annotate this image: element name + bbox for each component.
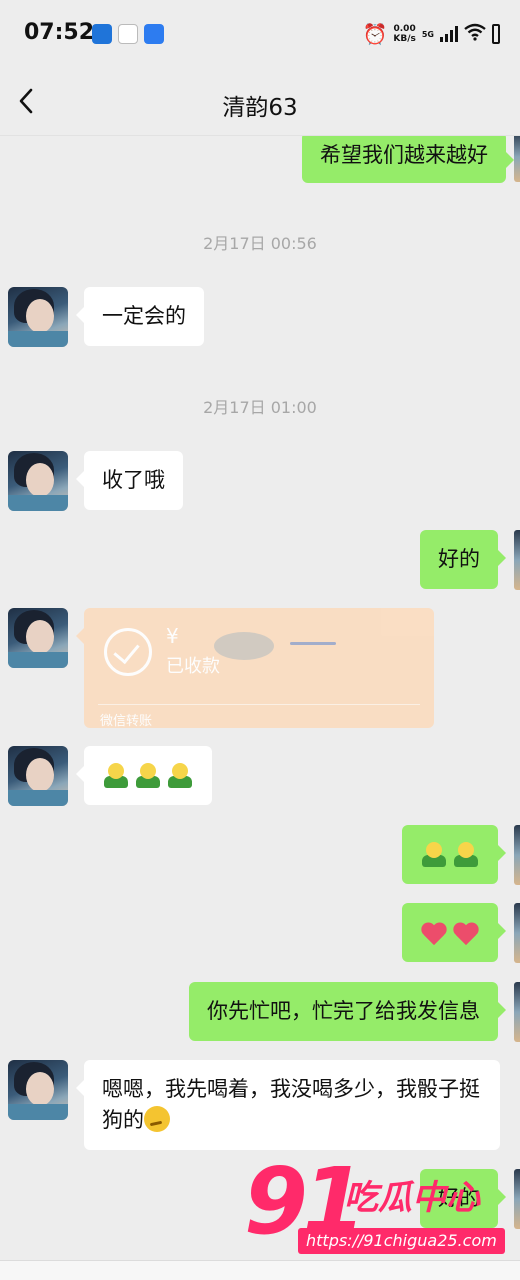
status-time: 07:52	[24, 20, 95, 45]
sprout-emoji-icon	[452, 841, 480, 869]
my-avatar[interactable]	[514, 982, 520, 1042]
status-bar: 07:52 ⏰ 0.00 KB/s 5G	[0, 0, 520, 68]
message-text: 希望我们越来越好	[320, 143, 488, 167]
transfer-card[interactable]: ¥ 已收款 微信转账	[76, 608, 434, 729]
signal-icon	[440, 26, 458, 42]
contact-avatar[interactable]	[8, 451, 68, 511]
watermark-logo: 91 吃瓜中心 https://91chigua25.com	[244, 1152, 514, 1260]
message-text: 收了哦	[102, 468, 165, 492]
battery-icon	[492, 24, 500, 44]
message-text: 你先忙吧，忙完了给我发信息	[207, 999, 480, 1023]
transfer-amount: ¥	[166, 624, 179, 648]
sprout-emoji-icon	[102, 762, 130, 790]
sprout-emoji-icon	[134, 762, 162, 790]
app-notification-icon	[92, 24, 112, 44]
contact-avatar[interactable]	[8, 746, 68, 806]
check-circle-icon	[104, 628, 152, 676]
emoji-row	[420, 839, 480, 870]
my-avatar[interactable]	[514, 1169, 520, 1229]
transfer-footer: 微信转账	[100, 714, 153, 729]
my-avatar[interactable]	[514, 903, 520, 963]
my-avatar[interactable]	[514, 825, 520, 885]
status-indicators: ⏰ 0.00 KB/s 5G	[362, 22, 500, 46]
network-type: 5G	[421, 29, 434, 39]
message-text: 一定会的	[102, 304, 186, 328]
timestamp: 2月17日 01:00	[203, 398, 317, 417]
message-list[interactable]: 希望我们越来越好 2月17日 00:56 一定会的 2月17日 01:00 收了…	[0, 136, 520, 1260]
message-bubble-incoming[interactable]: 收了哦	[76, 451, 183, 510]
message-bubble-outgoing[interactable]	[402, 825, 506, 884]
message-bubble-outgoing[interactable]	[402, 903, 506, 962]
emoji-row	[420, 917, 480, 948]
alarm-icon: ⏰	[362, 22, 388, 46]
heart-emoji-icon	[420, 919, 448, 947]
contact-avatar[interactable]	[8, 1060, 68, 1120]
emoji-row	[102, 760, 194, 791]
heart-emoji-icon	[452, 919, 480, 947]
message-bubble-incoming[interactable]: 嗯嗯，我先喝着，我没喝多少，我骰子挺狗的	[76, 1060, 500, 1150]
watermark-url: https://91chigua25.com	[298, 1228, 505, 1254]
sprout-emoji-icon	[166, 762, 194, 790]
contact-avatar[interactable]	[8, 287, 68, 347]
my-avatar[interactable]	[514, 136, 520, 182]
input-bar[interactable]	[0, 1260, 520, 1280]
browser-notification-icon	[144, 24, 164, 44]
transfer-status: 已收款	[166, 656, 220, 677]
message-bubble-outgoing[interactable]: 希望我们越来越好	[302, 136, 514, 183]
net-speed: 0.00 KB/s	[393, 24, 415, 44]
message-bubble-outgoing[interactable]: 你先忙吧，忙完了给我发信息	[189, 982, 506, 1041]
wifi-icon	[464, 23, 486, 45]
timestamp: 2月17日 00:56	[203, 234, 317, 253]
net-speed-value: 0.00	[393, 24, 416, 34]
redacted-line	[290, 642, 336, 645]
message-notification-icon	[118, 24, 138, 44]
chat-header: 清韵63	[0, 68, 520, 136]
net-speed-unit: KB/s	[393, 34, 416, 44]
message-bubble-outgoing[interactable]: 好的	[420, 530, 506, 589]
message-bubble-incoming[interactable]: 一定会的	[76, 287, 204, 346]
transfer-divider	[98, 704, 420, 705]
contact-avatar[interactable]	[8, 608, 68, 668]
redacted-mark	[214, 632, 274, 660]
watermark-name: 吃瓜中心	[344, 1178, 480, 1218]
message-bubble-incoming[interactable]	[76, 746, 212, 805]
my-avatar[interactable]	[514, 530, 520, 590]
sprout-emoji-icon	[420, 841, 448, 869]
chat-title: 清韵63	[222, 95, 298, 121]
smirk-emoji-icon	[144, 1106, 170, 1132]
message-text: 好的	[438, 547, 480, 571]
